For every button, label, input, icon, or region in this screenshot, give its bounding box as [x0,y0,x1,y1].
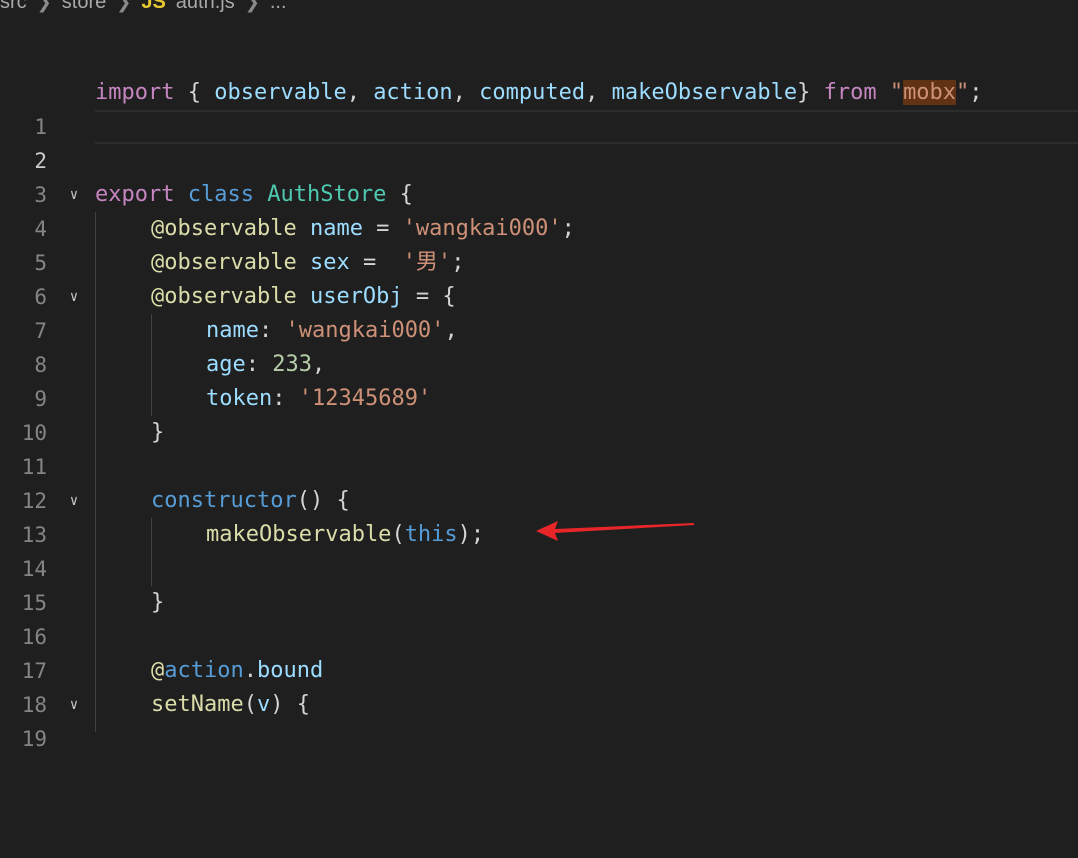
code-line-9[interactable]: 9 age: 233, [0,348,1078,411]
fold-chevron-icon[interactable]: ∨ [63,688,85,722]
code-line-4[interactable]: 4 ∨ export class AuthStore { [0,178,1078,241]
code-punct: = { [402,284,456,309]
code-line-11[interactable]: 11 } [0,416,1078,479]
string-literal: 'wangkai000' [402,216,562,241]
javascript-file-icon: JS [141,0,166,13]
code-punct: ; [969,80,983,105]
code-punct: { [174,80,215,105]
code-punct: { [386,182,413,207]
property-name: sex [309,250,350,275]
code-punct: : [245,352,273,377]
object-key: name [206,318,259,343]
code-line-3[interactable]: 3 [0,144,1078,207]
decorator: @observable [151,250,297,275]
fold-chevron-icon[interactable]: ∨ [63,178,85,212]
property-name: name [309,216,363,241]
code-punct: } [151,420,165,445]
import-identifier: observable [214,80,347,105]
fold-chevron-icon[interactable]: ∨ [63,484,85,518]
code-line-13[interactable]: 13 ∨ constructor() { [0,484,1078,547]
code-punct: ( [243,692,257,717]
chevron-right-icon: ❯ [116,0,132,12]
keyword-import: import [95,80,175,105]
string-quote: " [956,80,970,105]
code-line-17[interactable]: 17 [0,620,1078,683]
code-punct: . [243,658,257,683]
object-key: age [206,352,246,377]
decorator-property: bound [256,658,324,683]
string-literal: 'wangkai000' [285,318,445,343]
chevron-right-icon: ❯ [244,0,260,12]
code-punct: ) { [270,692,310,717]
keyword-class: class [187,182,254,207]
method-name: setName [151,692,244,717]
decorator: @observable [151,284,297,309]
breadcrumb-more[interactable]: ... [270,0,287,14]
code-editor[interactable]: 1 import { observable, action, computed,… [0,76,1078,751]
code-line-18[interactable]: 18 @action.bound [0,654,1078,717]
code-punct: = [349,250,403,275]
code-punct [877,80,890,105]
chevron-right-icon: ❯ [36,0,52,12]
import-identifier: makeObservable [611,80,798,105]
keyword-constructor: constructor [151,488,297,513]
property-name: userObj [309,284,403,309]
keyword-this: this [404,522,458,547]
breadcrumb-file[interactable]: auth.js [176,0,235,14]
code-punct: : [272,386,299,411]
code-punct: ; [451,250,465,275]
module-name-highlighted: mobx [903,80,957,105]
code-punct: } [151,590,165,615]
function-call: makeObservable [206,522,392,547]
keyword-export: export [95,182,175,207]
class-name: AuthStore [267,182,387,207]
string-quote: " [889,80,904,105]
code-line-6[interactable]: 6 @observable sex = '男'; [0,246,1078,309]
breadcrumb-folder-store[interactable]: store [62,0,106,14]
fold-chevron-icon[interactable]: ∨ [63,280,85,314]
code-line-5[interactable]: 5 @observable name = 'wangkai000'; [0,212,1078,275]
code-punct: } [797,80,824,105]
code-punct: , [346,80,374,105]
number-literal: 233 [272,352,312,377]
breadcrumb: src ❯ store ❯ JS auth.js ❯ ... [0,0,287,14]
decorator-object: action [164,658,244,683]
string-literal: '男' [402,250,452,275]
decorator-at: @ [151,658,165,683]
code-punct: ); [457,522,485,547]
object-key: token [206,386,273,411]
code-line-16[interactable]: 16 } [0,586,1078,649]
code-punct: () { [296,488,350,513]
code-line-7[interactable]: 7 ∨ @observable userObj = { [0,280,1078,343]
code-punct: ( [391,522,405,547]
code-line-10[interactable]: 10 token: '12345689' [0,382,1078,445]
code-line-12[interactable]: 12 [0,450,1078,513]
code-punct: ; [561,216,575,241]
parameter: v [256,692,271,717]
import-identifier: computed [479,80,586,105]
code-punct: , [585,80,612,105]
code-punct: , [452,80,480,105]
breadcrumb-folder-src[interactable]: src [0,0,27,14]
code-punct: = [362,216,403,241]
decorator: @observable [151,216,297,241]
code-line-1[interactable]: 1 import { observable, action, computed,… [0,76,1078,139]
code-punct: , [444,318,458,343]
code-line-8[interactable]: 8 name: 'wangkai000', [0,314,1078,377]
code-line-15[interactable]: 15 [0,552,1078,615]
string-literal: '12345689' [298,386,432,411]
code-punct: , [312,352,326,377]
code-line-2-current[interactable]: 2 [0,110,1078,173]
red-arrow-annotation [536,521,694,541]
line-number: 19 [21,727,47,751]
red-arrow-shape [536,521,694,541]
import-identifier: action [373,80,453,105]
code-line-19[interactable]: 19 ∨ setName(v) { [0,688,1078,751]
keyword-from: from [823,80,877,105]
code-punct: : [258,318,286,343]
